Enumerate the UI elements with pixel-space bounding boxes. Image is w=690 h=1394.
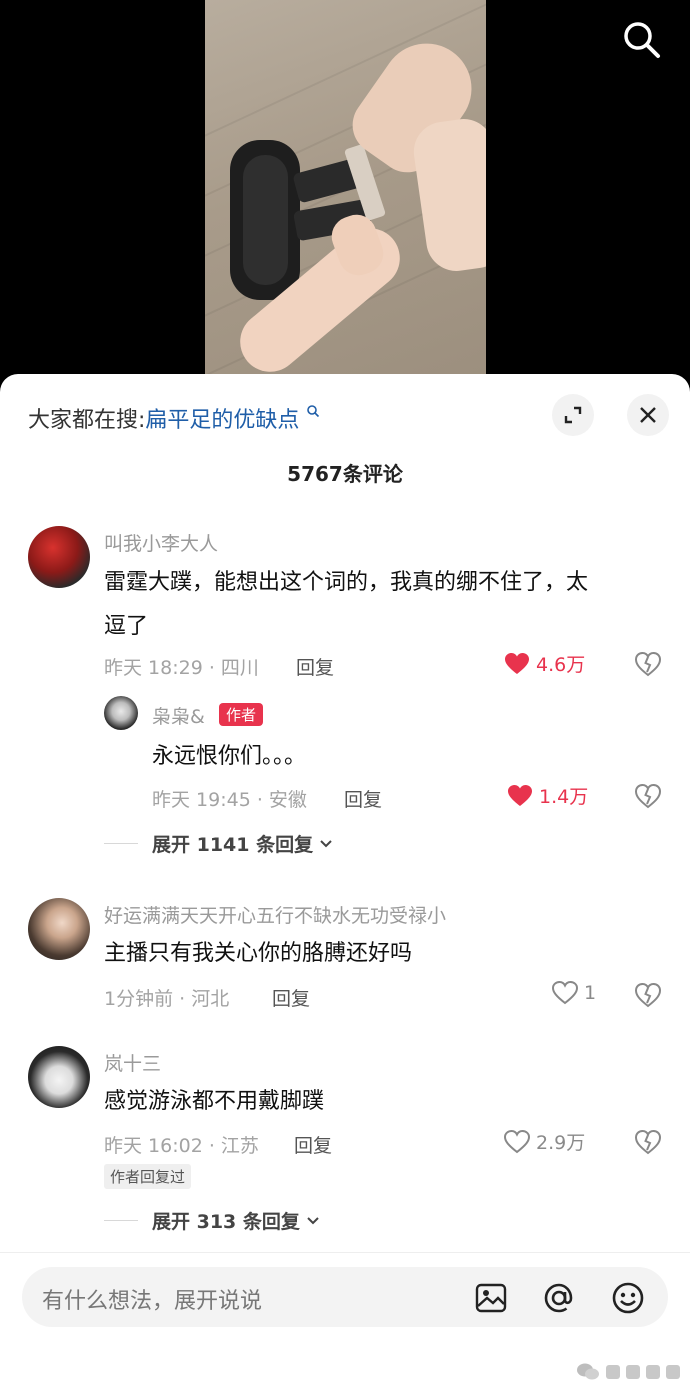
- divider: [104, 1220, 138, 1221]
- like-button[interactable]: 1.4万: [507, 782, 588, 809]
- reply-meta: 昨天 19:45 · 安徽: [152, 789, 307, 811]
- comment-text: 感觉游泳都不用戴脚蹼: [104, 1089, 325, 1114]
- avatar[interactable]: [104, 696, 138, 730]
- comment-username[interactable]: 岚十三: [104, 1049, 161, 1076]
- expand-replies-button[interactable]: 展开 1141 条回复: [152, 830, 333, 857]
- at-icon[interactable]: [542, 1281, 576, 1315]
- like-count: 2.9万: [536, 1132, 586, 1154]
- like-count: 1: [584, 982, 597, 1004]
- close-button[interactable]: [627, 394, 669, 436]
- expand-replies-label: 展开 1141 条回复: [152, 834, 314, 856]
- comment-username[interactable]: 叫我小李大人: [104, 529, 218, 556]
- comment-text-line: 雷霆大蹼，能想出这个词的，我真的绷不住了，太: [104, 570, 589, 595]
- video-frame[interactable]: [205, 0, 486, 380]
- image-icon[interactable]: [474, 1281, 508, 1315]
- reply-button[interactable]: 回复: [344, 785, 382, 812]
- comment-text-line: 逗了: [104, 614, 149, 639]
- search-icon[interactable]: [622, 20, 662, 60]
- dislike-icon[interactable]: [634, 650, 662, 678]
- chevron-down-icon: [307, 1216, 319, 1224]
- dislike-icon[interactable]: [634, 1128, 662, 1156]
- comment-text: 主播只有我关心你的胳膊还好吗: [104, 941, 413, 966]
- divider: [104, 843, 138, 844]
- like-button[interactable]: 2.9万: [504, 1128, 585, 1155]
- reply-button[interactable]: 回复: [294, 1131, 332, 1158]
- comment-sheet: 大家都在搜:扁平足的优缺点 5767条评论 叫我小李大人 雷霆大蹼，能想出这个词…: [0, 374, 690, 1394]
- avatar[interactable]: [28, 1046, 90, 1108]
- comment-meta: 1分钟前 · 河北: [104, 988, 230, 1010]
- comment-input[interactable]: 有什么想法，展开说说: [22, 1267, 668, 1327]
- reply-text: 永远恨你们。。。: [152, 744, 307, 769]
- author-badge: 作者: [219, 703, 264, 726]
- close-icon: [640, 407, 656, 423]
- dislike-icon[interactable]: [634, 981, 662, 1009]
- heart-filled-icon: [508, 784, 532, 806]
- like-button[interactable]: 4.6万: [504, 650, 585, 677]
- comment-input-bar: 有什么想法，展开说说: [0, 1252, 690, 1394]
- expand-sheet-button[interactable]: [552, 394, 594, 436]
- comment-text: 雷霆大蹼，能想出这个词的，我真的绷不住了，太 逗了: [104, 564, 669, 646]
- wechat-icon: [577, 1363, 599, 1380]
- suggested-search-keyword[interactable]: 扁平足的优缺点: [145, 408, 299, 433]
- comment-meta: 昨天 16:02 · 江苏: [104, 1135, 259, 1157]
- like-count: 1.4万: [539, 786, 589, 808]
- heart-filled-icon: [505, 652, 529, 674]
- expand-replies-button[interactable]: 展开 313 条回复: [152, 1207, 320, 1234]
- reply-username[interactable]: 枭枭&: [152, 702, 205, 729]
- suggested-search-prefix: 大家都在搜:: [28, 408, 146, 433]
- expand-icon: [564, 406, 582, 424]
- emoji-icon[interactable]: [611, 1281, 645, 1315]
- expand-replies-label: 展开 313 条回复: [152, 1211, 300, 1233]
- comment-meta: 昨天 18:29 · 四川: [104, 657, 259, 679]
- like-count: 4.6万: [536, 654, 586, 676]
- author-replied-tag: 作者回复过: [104, 1164, 192, 1189]
- like-button[interactable]: 1: [552, 981, 596, 1005]
- dislike-icon[interactable]: [634, 782, 662, 810]
- comment-input-placeholder: 有什么想法，展开说说: [42, 1289, 263, 1314]
- avatar[interactable]: [28, 898, 90, 960]
- reply-button[interactable]: 回复: [272, 984, 310, 1011]
- search-small-icon: [307, 405, 320, 418]
- comment-username[interactable]: 好运满满天天开心五行不缺水无功受禄小: [104, 901, 446, 928]
- chevron-down-icon: [320, 839, 332, 847]
- avatar[interactable]: [28, 526, 90, 588]
- watermark: [576, 1362, 680, 1382]
- comment-count: 5767条评论: [287, 462, 403, 486]
- video-area[interactable]: [0, 0, 690, 380]
- suggested-search[interactable]: 大家都在搜:扁平足的优缺点: [28, 402, 320, 434]
- reply-button[interactable]: 回复: [296, 653, 334, 680]
- heart-outline-icon: [552, 981, 578, 1005]
- heart-outline-icon: [504, 1129, 530, 1153]
